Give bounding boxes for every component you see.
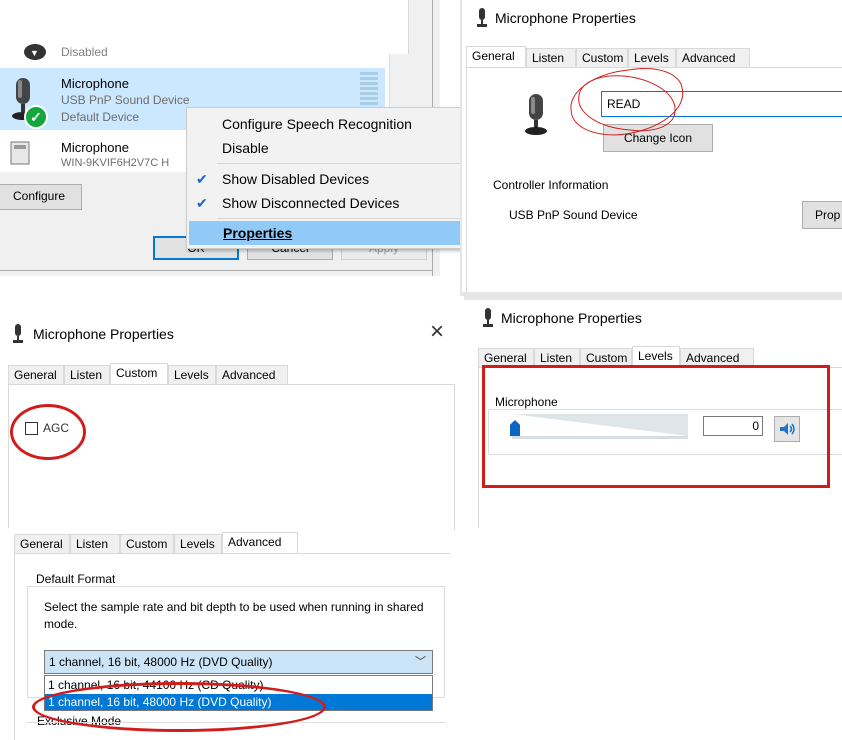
tab-general[interactable]: General — [8, 365, 64, 384]
controller-info-label: Controller Information — [493, 178, 609, 192]
checkmark-icon: ✔ — [196, 171, 208, 187]
tab-levels[interactable]: Levels — [168, 365, 216, 384]
dialog-title: Microphone Properties — [501, 310, 642, 326]
device-status: Default Device — [61, 110, 140, 124]
tab-advanced[interactable]: Advanced — [222, 532, 298, 553]
tab-custom[interactable]: Custom — [576, 48, 628, 67]
menu-item-show-disabled[interactable]: ✔ Show Disabled Devices — [188, 167, 482, 191]
disabled-status-label: Disabled — [61, 45, 108, 59]
tab-listen[interactable]: Listen — [64, 365, 110, 384]
title-microphone-icon — [483, 308, 493, 327]
menu-item-properties[interactable]: Properties — [189, 221, 481, 245]
menu-separator — [217, 163, 479, 164]
title-microphone-icon — [477, 8, 487, 27]
tab-advanced[interactable]: Advanced — [676, 48, 750, 67]
general-properties-panel: Microphone Properties General Listen Cus… — [460, 0, 842, 296]
default-check-icon: ✓ — [24, 105, 48, 129]
configure-button[interactable]: Configure — [0, 184, 82, 210]
menu-item-disable[interactable]: Disable — [188, 136, 482, 160]
tab-listen[interactable]: Listen — [526, 48, 576, 67]
device-name: Microphone — [61, 76, 129, 91]
menu-item-configure-speech[interactable]: Configure Speech Recognition — [188, 112, 482, 136]
top-edge-strip — [464, 296, 842, 300]
title-microphone-icon — [13, 324, 23, 343]
tab-custom[interactable]: Custom — [120, 534, 174, 553]
context-menu: Configure Speech Recognition Disable ✔ Sh… — [186, 107, 484, 249]
tab-levels[interactable]: Levels — [632, 346, 680, 367]
tab-content — [8, 384, 455, 530]
device-microphone-icon — [525, 94, 547, 135]
device-name: Microphone — [61, 140, 129, 155]
tab-strip: General Listen Custom Levels Advanced — [466, 46, 842, 68]
levels-properties-panel: Microphone Properties General Listen Cus… — [464, 296, 842, 528]
window-bottom-edge — [0, 270, 433, 271]
tab-general[interactable]: General — [14, 534, 70, 553]
close-icon[interactable]: × — [430, 318, 444, 346]
annotation-circle-agc — [10, 404, 86, 460]
disabled-device-icon-mark: ▼ — [30, 48, 39, 58]
dialog-title: Microphone Properties — [33, 326, 174, 342]
device-icon — [10, 141, 30, 165]
annotation-circle-format — [32, 682, 326, 732]
format-description: Select the sample rate and bit depth to … — [44, 600, 424, 631]
chevron-down-icon: ﹀ — [415, 656, 426, 668]
tab-levels[interactable]: Levels — [628, 48, 676, 67]
checkmark-icon: ✔ — [196, 195, 208, 211]
dialog-title: Microphone Properties — [495, 10, 636, 26]
tab-listen[interactable]: Listen — [70, 534, 120, 553]
controller-value: USB PnP Sound Device — [509, 208, 638, 222]
tab-strip: General Listen Custom Levels Advanced — [14, 532, 450, 554]
tab-advanced[interactable]: Advanced — [216, 365, 288, 384]
tab-custom[interactable]: Custom — [110, 363, 168, 384]
menu-item-show-disconnected[interactable]: ✔ Show Disconnected Devices — [188, 191, 482, 215]
panel-left-edge — [460, 0, 462, 296]
device-driver: USB PnP Sound Device — [61, 93, 190, 107]
custom-properties-panel: Microphone Properties × General Listen C… — [0, 310, 464, 530]
controller-properties-button[interactable]: Prop — [802, 201, 842, 229]
annotation-box-levels — [482, 365, 830, 488]
tab-levels[interactable]: Levels — [174, 534, 222, 553]
tab-general[interactable]: General — [466, 46, 526, 67]
default-format-label: Default Format — [33, 572, 119, 586]
format-dropdown[interactable]: 1 channel, 16 bit, 48000 Hz (DVD Quality… — [44, 650, 433, 674]
advanced-properties-panel: General Listen Custom Levels Advanced De… — [0, 528, 450, 740]
tab-strip: General Listen Custom Levels Advanced — [8, 363, 464, 385]
device-driver: WIN-9KVIF6H2V7C H — [61, 157, 170, 169]
menu-separator — [217, 218, 479, 219]
